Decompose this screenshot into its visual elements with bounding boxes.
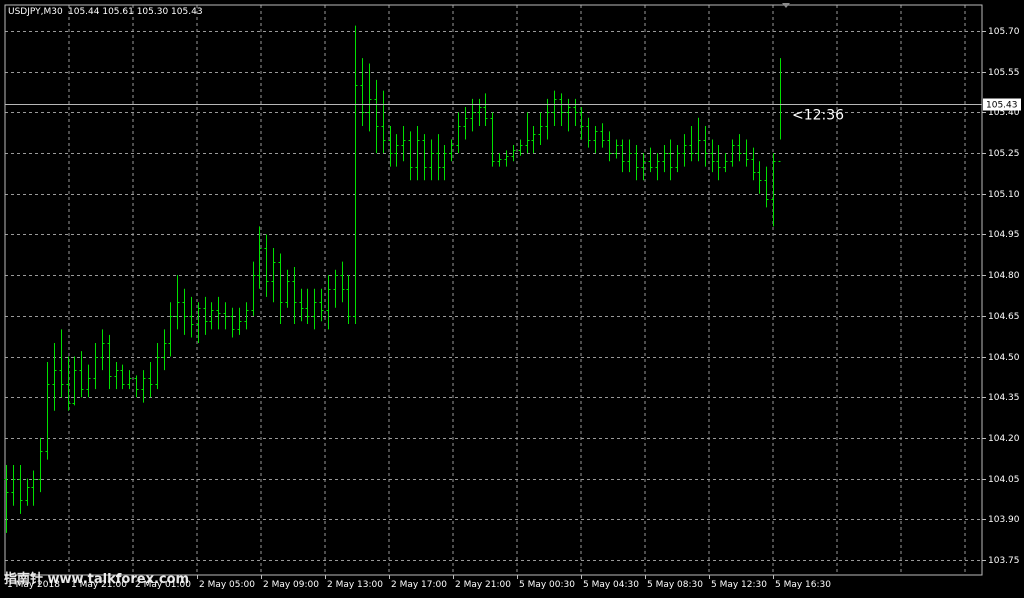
price-tick-label: 105.10: [988, 190, 1020, 200]
price-tick-label: 104.35: [988, 393, 1020, 403]
bar-countdown-label: <12:36: [792, 108, 844, 124]
price-tick-label: 104.65: [988, 312, 1020, 322]
time-tick-label: 5 May 16:30: [775, 580, 831, 590]
time-tick-label: 2 May 13:00: [327, 580, 383, 590]
symbol-label: USDJPY,M30: [8, 7, 63, 17]
time-tick-label: 2 May 21:00: [455, 580, 511, 590]
price-tick-label: 104.95: [988, 230, 1020, 240]
time-tick-label: 5 May 04:30: [583, 580, 639, 590]
ohlc-chart: 105.70105.55105.40105.25105.10104.95104.…: [0, 0, 1024, 594]
ohlc-values-label: 105.44 105.61 105.30 105.43: [68, 7, 203, 17]
price-tick-label: 104.50: [988, 353, 1020, 363]
time-tick-label: 2 May 09:00: [263, 580, 319, 590]
price-tick-label: 103.90: [988, 515, 1020, 525]
price-tick-label: 105.55: [988, 68, 1020, 78]
chart-window: 105.70 105.55 105.40 105.25 105.10 104.95 104.…: [0, 0, 1024, 594]
price-tick-label: 104.80: [988, 271, 1020, 281]
time-tick-label: 5 May 08:30: [647, 580, 703, 590]
price-tick-label: 103.75: [988, 556, 1020, 566]
price-tick-label: 105.25: [988, 149, 1020, 159]
price-tick-label: 104.20: [988, 434, 1020, 444]
time-tick-label: 5 May 00:30: [519, 580, 575, 590]
chart-background: [0, 0, 1024, 594]
time-tick-label: 2 May 05:00: [199, 580, 255, 590]
price-tick-label: 105.70: [988, 27, 1020, 37]
time-tick-label: 2 May 17:00: [391, 580, 447, 590]
watermark: 指南针 www.talkforex.com: [4, 571, 189, 587]
current-price-label: 105.43: [986, 101, 1018, 111]
price-tick-label: 104.05: [988, 475, 1020, 485]
time-tick-label: 5 May 12:30: [711, 580, 767, 590]
